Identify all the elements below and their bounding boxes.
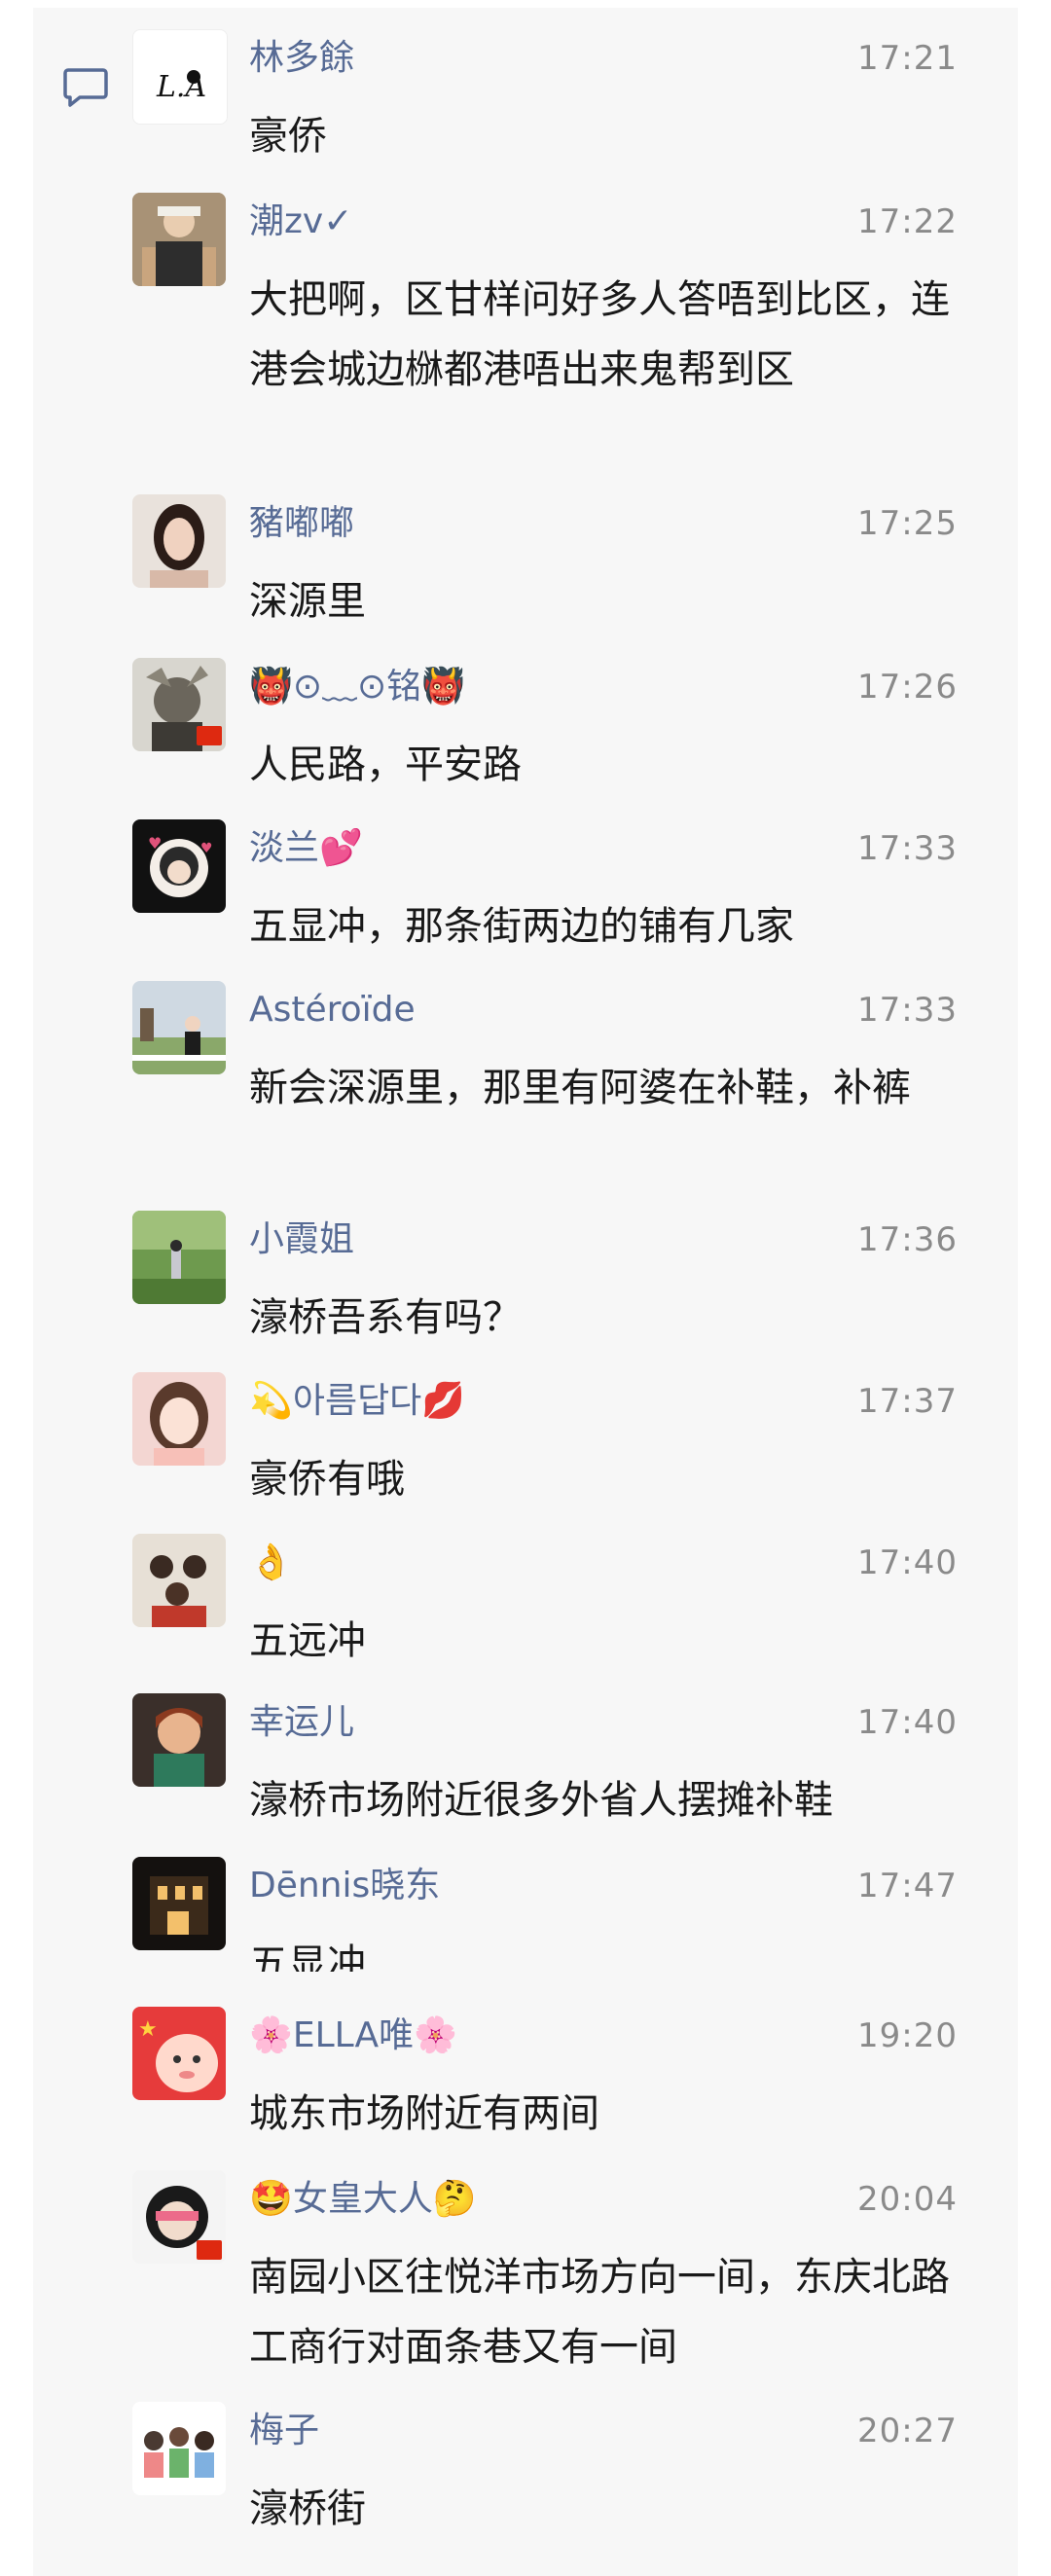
avatar[interactable]: ♥ ♥ (132, 819, 226, 913)
comment-author[interactable]: Astéroïde (249, 987, 416, 1034)
avatar[interactable] (132, 1857, 226, 1950)
comment-author[interactable]: 林多餘 (249, 35, 354, 82)
comment-time: 20:27 (857, 2412, 958, 2450)
comment-text: 豪侨 (249, 114, 327, 159)
avatar[interactable] (132, 1372, 226, 1466)
comment-time: 17:33 (857, 829, 958, 868)
svg-text:♥: ♥ (200, 841, 213, 856)
avatar[interactable] (132, 2170, 226, 2264)
comment-author[interactable]: 🌸ELLA唯🌸 (249, 2013, 457, 2059)
comment-author[interactable]: 🤩女皇大人🤔 (249, 2176, 477, 2223)
comment-author[interactable]: 👌 (249, 1540, 293, 1586)
comment-author[interactable]: 👹⊙﹏⊙铭👹 (249, 664, 465, 710)
comment-author[interactable]: Dēnnis晓东 (249, 1863, 440, 1909)
svg-text:♥: ♥ (148, 834, 162, 853)
comment-time: 17:37 (857, 1382, 958, 1421)
comment-text: 深源里 (249, 579, 366, 624)
comment-author[interactable]: 淡兰💕 (249, 825, 363, 872)
avatar[interactable] (132, 1534, 226, 1627)
comment-time: 17:25 (857, 504, 958, 543)
comment-text: 南园小区往悦洋市场方向一间，东庆北路工商行对面条巷又有一间 (249, 2255, 950, 2370)
comment-text: 濠桥吾系有吗？ (249, 1295, 522, 1340)
avatar[interactable] (132, 2402, 226, 2495)
avatar[interactable] (132, 658, 226, 751)
comment-text: 大把啊，区甘样问好多人答唔到比区，连港会城边椕都港唔出来鬼帮到区 (249, 277, 950, 392)
comment-time: 17:47 (857, 1867, 958, 1905)
flag-icon (197, 726, 222, 745)
avatar[interactable]: L.A (132, 29, 228, 125)
avatar[interactable]: ★ (132, 2007, 226, 2100)
comment-text: 五显冲，那条街两边的铺有几家 (249, 904, 794, 949)
comment-text: 豪侨有哦 (249, 1457, 405, 1502)
svg-text:★: ★ (138, 2017, 158, 2042)
comment-author[interactable]: 幸运儿 (249, 1699, 354, 1746)
comment-time: 17:21 (857, 39, 958, 78)
comment-text: 濠桥市场附近很多外省人摆摊补鞋 (249, 1778, 833, 1823)
comment-text: 城东市场附近有两间 (249, 2091, 599, 2136)
comment-time: 19:20 (857, 2016, 958, 2055)
comment-time: 17:40 (857, 1703, 958, 1742)
comment-text: 五显冲 (249, 1941, 366, 1972)
comment-time: 20:04 (857, 2180, 958, 2219)
comment-text: 五远冲 (249, 1618, 366, 1663)
comment-author[interactable]: 潮zv✓ (249, 199, 352, 245)
comment-text: 濠桥街 (249, 2486, 366, 2531)
comment-time: 17:40 (857, 1543, 958, 1582)
comment-text: 新会深源里，那里有阿婆在补鞋，补裤 (249, 1066, 911, 1110)
comment-time: 17:33 (857, 991, 958, 1030)
comment-author[interactable]: 豬嘟嘟 (249, 500, 354, 547)
comment-time: 17:22 (857, 202, 958, 241)
comment-text: 人民路，平安路 (249, 743, 522, 787)
comment-time: 17:26 (857, 668, 958, 707)
comment-author[interactable]: 梅子 (249, 2408, 319, 2454)
flag-icon (197, 2240, 222, 2260)
avatar[interactable] (132, 193, 226, 286)
avatar[interactable] (132, 1211, 226, 1304)
comment-author[interactable]: 小霞姐 (249, 1216, 354, 1263)
avatar[interactable] (132, 981, 226, 1074)
comment-author[interactable]: 💫아름답다💋 (249, 1378, 465, 1425)
avatar[interactable] (132, 1693, 226, 1787)
avatar[interactable] (132, 494, 226, 588)
comment-time: 17:36 (857, 1220, 958, 1259)
comment-icon (63, 68, 108, 107)
